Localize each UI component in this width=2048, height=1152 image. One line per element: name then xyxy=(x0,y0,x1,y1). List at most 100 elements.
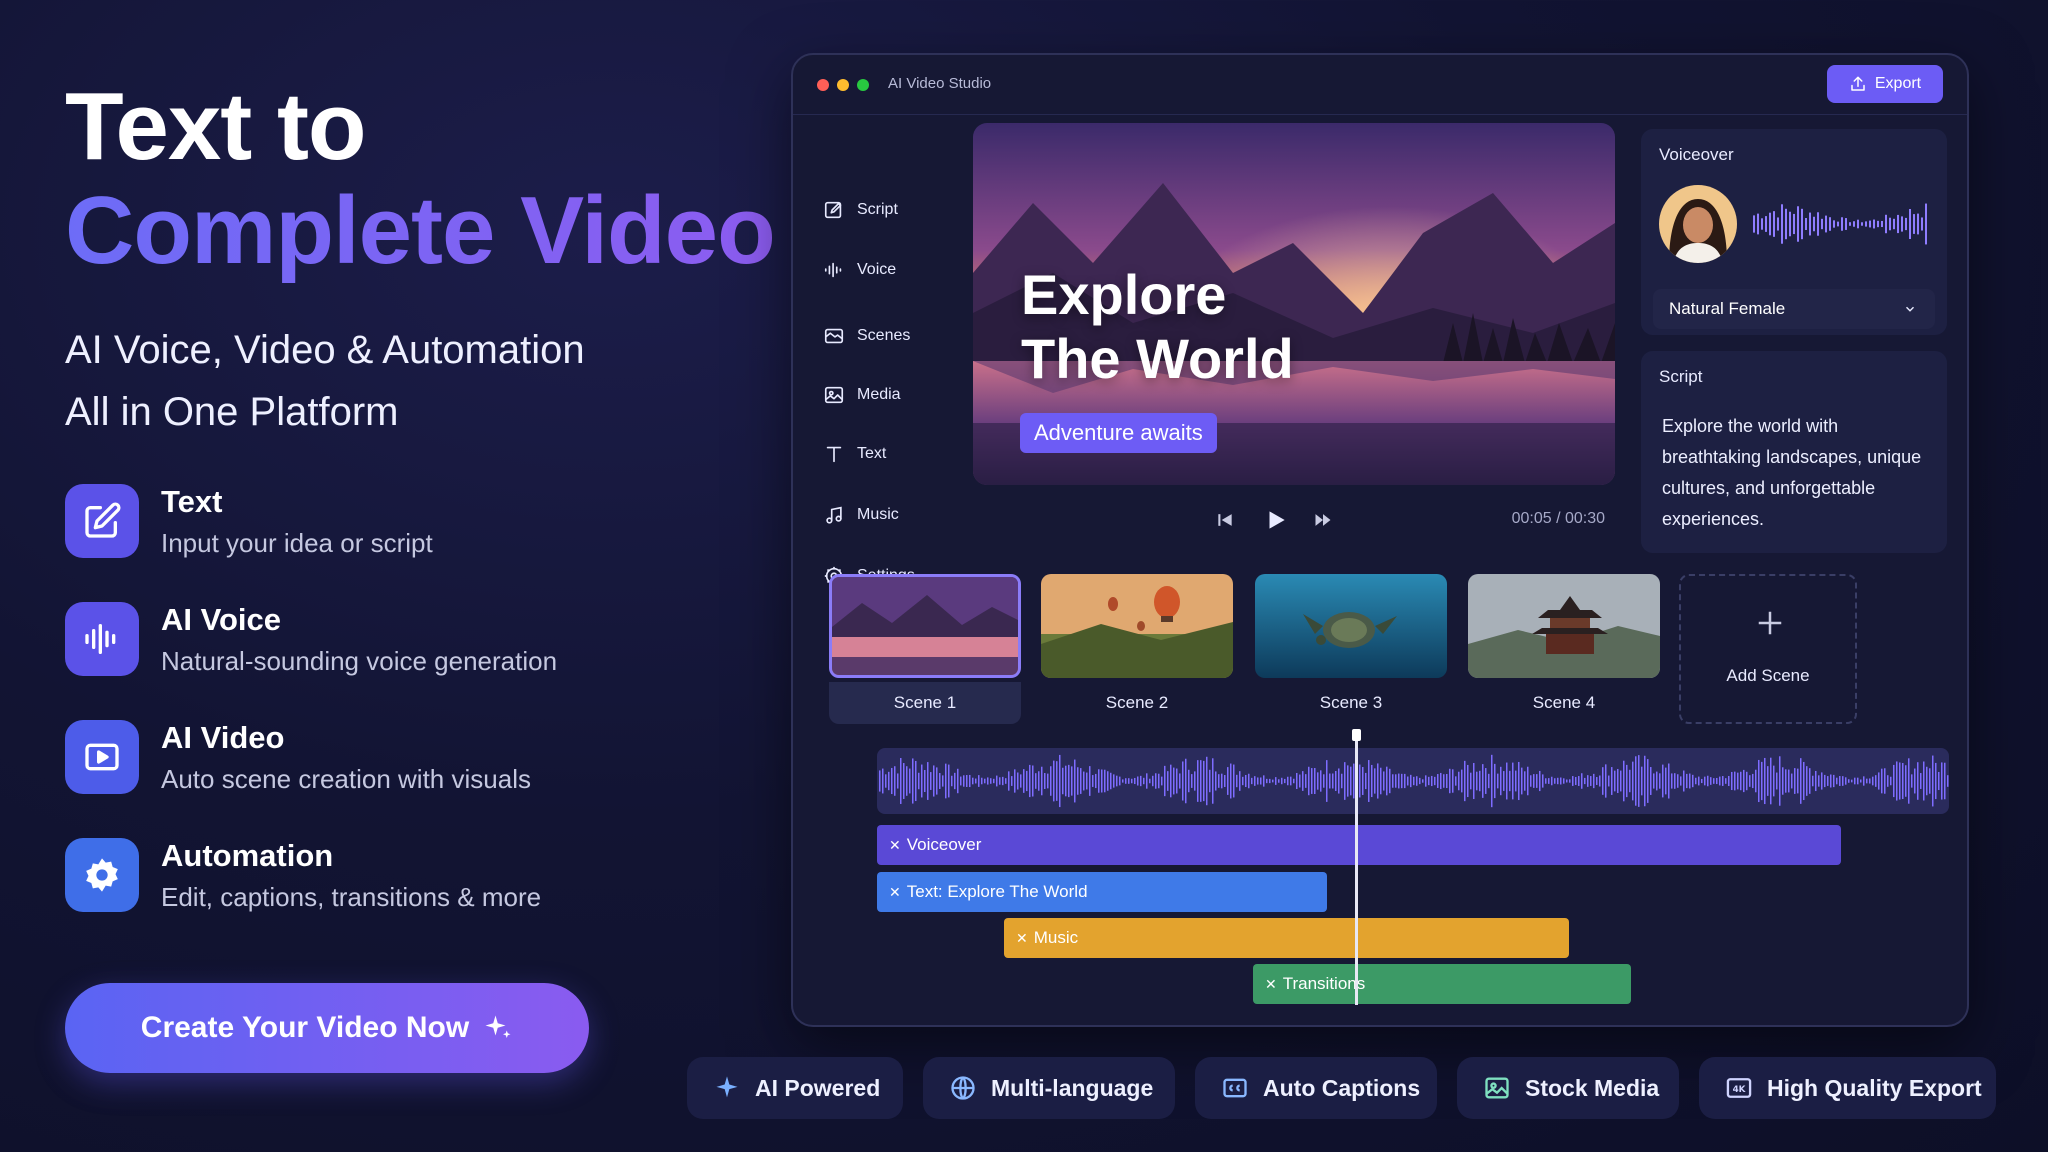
globe-icon xyxy=(951,1076,975,1100)
scene-label: Scene 1 xyxy=(829,682,1021,724)
voice-select[interactable]: Natural Female xyxy=(1653,289,1935,329)
hero: Text to Complete Video AI Voice, Video &… xyxy=(65,75,785,443)
hero-title-line1: Text to xyxy=(65,73,367,180)
scene-thumbnail xyxy=(1255,574,1447,678)
hero-title-line2: Complete Video xyxy=(65,179,785,283)
audio-waveform-track[interactable] xyxy=(877,748,1949,814)
nav-item-label: Text xyxy=(857,445,887,462)
nav-item-label: Scenes xyxy=(857,327,911,344)
upload-icon xyxy=(1851,76,1865,91)
nav-item-voice[interactable]: Voice xyxy=(823,259,896,281)
captions-icon xyxy=(1223,1078,1247,1098)
feature-list: Text Input your idea or script AI Voice … xyxy=(65,484,685,956)
scene-label: Scene 3 xyxy=(1319,693,1383,712)
scene-card-3[interactable]: Scene 3 xyxy=(1255,574,1447,724)
badge-label: Auto Captions xyxy=(1263,1074,1421,1101)
avatar xyxy=(1659,185,1737,263)
feature-title: Automation xyxy=(161,838,334,873)
track-music[interactable]: ✕ Music xyxy=(1004,918,1569,958)
feature-desc: Input your idea or script xyxy=(161,528,433,558)
track-transitions[interactable]: ✕ Transitions xyxy=(1253,964,1631,1004)
preview-title: Explore The World xyxy=(1021,263,1294,391)
hero-title: Text to Complete Video xyxy=(65,75,785,283)
4k-icon: 4K xyxy=(1726,1078,1752,1098)
skip-back-icon[interactable] xyxy=(1215,510,1235,530)
image-icon xyxy=(824,386,844,404)
feature-title: AI Video xyxy=(161,720,285,755)
badge-label: High Quality Export xyxy=(1767,1074,1982,1101)
preview-title-line1: Explore xyxy=(1021,263,1227,326)
audio-waveform xyxy=(879,754,1949,808)
playback-controls: 00:05 / 00:30 xyxy=(973,500,1615,540)
feature-desc: Auto scene creation with visuals xyxy=(161,764,531,794)
skip-forward-icon[interactable] xyxy=(1313,510,1333,530)
feature-automation: Automation Edit, captions, transitions &… xyxy=(65,838,685,956)
scenes-icon xyxy=(824,328,844,344)
gear-icon xyxy=(65,838,139,912)
track-icon: ✕ xyxy=(1265,975,1277,992)
create-video-button[interactable]: Create Your Video Now xyxy=(65,983,589,1073)
title-bar: AI Video Studio Export xyxy=(793,55,1967,115)
waveform-icon xyxy=(824,262,842,278)
track-label: Voiceover xyxy=(906,835,982,854)
scene-thumbnail xyxy=(1468,574,1660,678)
video-play-icon xyxy=(65,720,139,794)
scene-card-1[interactable]: Scene 1 xyxy=(829,574,1021,724)
nav-item-scenes[interactable]: Scenes xyxy=(823,325,910,347)
create-video-label: Create Your Video Now xyxy=(140,1011,470,1044)
nav-item-label: Music xyxy=(857,506,899,523)
hero-subtitle-line1: AI Voice, Video & Automation xyxy=(65,328,585,372)
track-icon: ✕ xyxy=(1016,929,1028,946)
script-panel: Script Explore the world with breathtaki… xyxy=(1641,351,1947,553)
track-label: Text: Explore The World xyxy=(906,882,1088,901)
track-icon: ✕ xyxy=(889,883,901,900)
track-label: Music xyxy=(1033,928,1079,947)
hero-subtitle: AI Voice, Video & Automation All in One … xyxy=(65,319,785,443)
image-icon xyxy=(1485,1077,1509,1099)
window-title: AI Video Studio xyxy=(888,75,992,92)
scene-thumbnail xyxy=(1041,574,1233,678)
track-text[interactable]: ✕ Text: Explore The World xyxy=(877,872,1327,912)
maximize-window-button[interactable] xyxy=(857,79,869,91)
badge-ai-powered: AI Powered xyxy=(687,1057,903,1119)
badge-auto-captions: Auto Captions xyxy=(1195,1057,1437,1119)
playhead[interactable] xyxy=(1352,729,1361,1005)
track-icon: ✕ xyxy=(889,836,901,853)
nav-item-label: Voice xyxy=(857,261,897,278)
badge-multi-language: Multi-language xyxy=(923,1057,1175,1119)
scene-label: Scene 4 xyxy=(1532,693,1596,712)
sparkle-icon xyxy=(716,1076,738,1098)
close-window-button[interactable] xyxy=(817,79,829,91)
add-scene-label: Add Scene xyxy=(1726,666,1810,685)
track-voiceover[interactable]: ✕ Voiceover xyxy=(877,825,1841,865)
play-icon[interactable] xyxy=(1263,506,1289,534)
minimize-window-button[interactable] xyxy=(837,79,849,91)
scene-card-2[interactable]: Scene 2 xyxy=(1041,574,1233,724)
nav-item-label: Media xyxy=(857,386,901,403)
nav-item-media[interactable]: Media xyxy=(823,384,901,406)
video-preview[interactable]: Explore The World Adventure awaits xyxy=(973,123,1615,485)
scene-card-4[interactable]: Scene 4 xyxy=(1468,574,1660,724)
nav-item-text[interactable]: Text xyxy=(823,443,886,465)
script-header: Script xyxy=(1659,367,1703,386)
feature-text: Text Input your idea or script xyxy=(65,484,685,602)
add-scene-button[interactable]: Add Scene xyxy=(1679,574,1857,724)
feature-title: Text xyxy=(161,484,223,519)
app-window: AI Video Studio Export Script Voice Scen… xyxy=(791,53,1969,1027)
sparkle-icon xyxy=(485,1015,511,1038)
track-label: Transitions xyxy=(1282,974,1366,993)
waveform-icon xyxy=(65,602,139,676)
export-label: Export xyxy=(1874,75,1922,92)
timecode: 00:05 / 00:30 xyxy=(1511,510,1605,527)
edit-icon xyxy=(65,484,139,558)
feature-desc: Natural-sounding voice generation xyxy=(161,646,558,676)
hero-subtitle-line2: All in One Platform xyxy=(65,390,399,434)
preview-tag: Adventure awaits xyxy=(1020,413,1217,453)
nav-item-music[interactable]: Music xyxy=(823,504,899,526)
script-text[interactable]: Explore the world with breathtaking land… xyxy=(1662,411,1932,535)
export-button[interactable]: Export xyxy=(1827,65,1943,103)
nav-item-script[interactable]: Script xyxy=(823,199,898,221)
feature-title: AI Voice xyxy=(161,602,282,637)
feature-ai-voice: AI Voice Natural-sounding voice generati… xyxy=(65,602,685,720)
badge-label: Multi-language xyxy=(991,1074,1154,1101)
